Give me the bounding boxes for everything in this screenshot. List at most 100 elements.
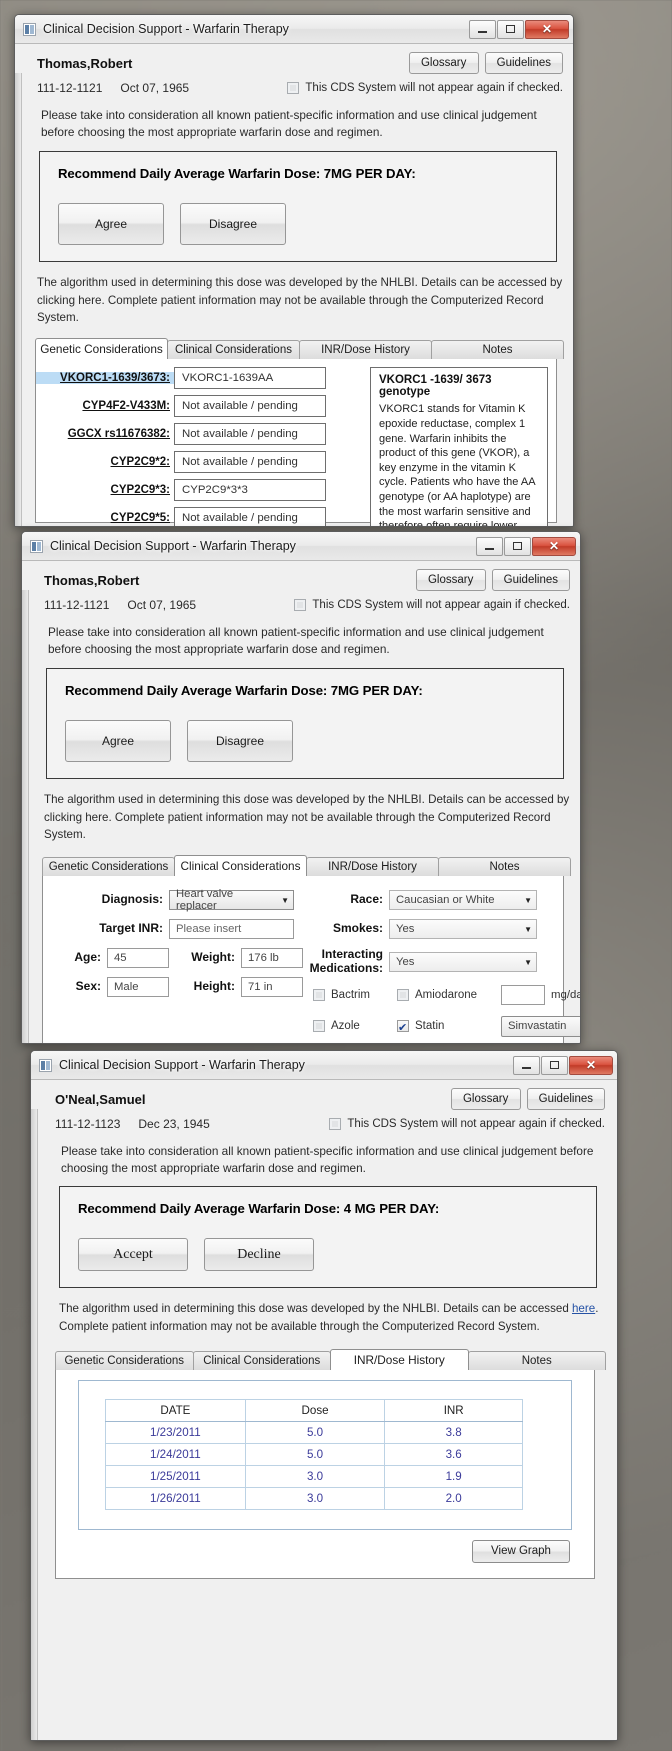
gene-row: GGCX rs11676382: Not available / pending — [36, 423, 366, 446]
statin-label: Statin — [415, 1020, 445, 1033]
guidelines-button[interactable]: Guidelines — [484, 52, 563, 74]
sex-label: Sex: — [75, 979, 101, 994]
patient-mrn: 111-12-1123 — [55, 1117, 121, 1131]
gene-info-panel: VKORC1 -1639/ 3673 genotype VKORC1 stand… — [370, 367, 548, 526]
titlebar[interactable]: Clinical Decision Support - Warfarin The… — [22, 532, 580, 561]
maximize-button[interactable] — [504, 536, 531, 556]
tab-clinical-considerations[interactable]: Clinical Considerations — [167, 340, 300, 360]
smokes-label: Smokes: — [332, 921, 383, 936]
close-button[interactable]: ✕ — [525, 19, 569, 39]
bactrim-checkbox[interactable] — [313, 988, 325, 1001]
sex-height-row: Sex: Male Height: 71 in — [51, 977, 303, 998]
tab-genetic-considerations[interactable]: Genetic Considerations — [55, 1350, 194, 1370]
race-select[interactable]: Caucasian or White ▼ — [389, 890, 537, 911]
tab-genetic-considerations[interactable]: Genetic Considerations — [42, 857, 175, 877]
amiodarone-dose-input[interactable] — [501, 984, 545, 1005]
tab-clinical-considerations[interactable]: Clinical Considerations — [174, 855, 307, 877]
gene-value-cyp2c9-2[interactable]: Not available / pending — [174, 451, 326, 474]
height-input[interactable]: 71 in — [241, 977, 303, 998]
decline-button[interactable]: Decline — [204, 1238, 314, 1272]
disagree-button[interactable]: Disagree — [180, 203, 286, 246]
target-inr-input[interactable]: Please insert — [169, 919, 294, 940]
cds-suppress-row[interactable]: This CDS System will not appear again if… — [294, 599, 570, 611]
cell-dose: 5.0 — [244, 1420, 386, 1444]
gene-value-vkorc1[interactable]: VKORC1-1639AA — [174, 367, 326, 390]
weight-input[interactable]: 176 lb — [241, 948, 303, 969]
azole-checkbox[interactable] — [313, 1020, 325, 1033]
gene-value-cyp2c9-3[interactable]: CYP2C9*3*3 — [174, 479, 326, 502]
window-genetic-considerations: Clinical Decision Support - Warfarin The… — [14, 14, 574, 527]
nhlbi-details-link[interactable]: here — [572, 1302, 595, 1315]
smokes-row: Smokes: Yes ▼ — [309, 919, 580, 940]
gene-value-cyp2c9-5[interactable]: Not available / pending — [174, 507, 326, 526]
glossary-button[interactable]: Glossary — [408, 52, 479, 74]
titlebar[interactable]: Clinical Decision Support - Warfarin The… — [31, 1051, 617, 1080]
gene-label-cyp2c9-5[interactable]: CYP2C9*5: — [36, 512, 174, 524]
gene-value-cyp4f2[interactable]: Not available / pending — [174, 395, 326, 418]
bactrim-checkbox-group[interactable]: Bactrim — [313, 988, 397, 1001]
view-graph-button[interactable]: View Graph — [472, 1539, 570, 1563]
tab-genetic-considerations[interactable]: Genetic Considerations — [35, 338, 168, 360]
gene-label-cyp2c9-2[interactable]: CYP2C9*2: — [36, 456, 174, 468]
tab-notes[interactable]: Notes — [431, 340, 564, 360]
gene-label-vkorc1[interactable]: VKORC1-1639/3673: — [36, 372, 174, 385]
statin-select[interactable]: Simvastatin ▼ — [501, 1015, 580, 1037]
minimize-button[interactable] — [476, 536, 503, 556]
dose-recommendation-box: Recommend Daily Average Warfarin Dose: 7… — [46, 668, 564, 780]
tab-inr-dose-history[interactable]: INR/Dose History — [306, 857, 439, 877]
table-row[interactable]: 1/24/2011 5.0 3.6 — [105, 1442, 523, 1466]
statin-checkbox-group[interactable]: Statin — [397, 1020, 501, 1034]
cds-suppress-checkbox[interactable] — [287, 82, 300, 94]
app-icon — [30, 539, 43, 553]
table-row[interactable]: 1/25/2011 3.0 1.9 — [105, 1464, 523, 1488]
interacting-medications-select[interactable]: Yes ▼ — [389, 952, 537, 973]
clinical-left-column: Diagnosis: Heart valve replacer ▼ Target… — [43, 888, 303, 1043]
tab-notes[interactable]: Notes — [467, 1350, 606, 1370]
sex-input[interactable]: Male — [107, 977, 169, 998]
smokes-select[interactable]: Yes ▼ — [389, 919, 537, 940]
minimize-button[interactable] — [469, 19, 496, 39]
agree-button[interactable]: Agree — [58, 203, 164, 246]
titlebar[interactable]: Clinical Decision Support - Warfarin The… — [15, 15, 573, 44]
amiodarone-checkbox[interactable] — [397, 988, 409, 1001]
glossary-button[interactable]: Glossary — [450, 1088, 521, 1110]
tab-inr-dose-history[interactable]: INR/Dose History — [330, 1348, 469, 1370]
gene-label-cyp2c9-3[interactable]: CYP2C9*3: — [36, 484, 174, 496]
cds-suppress-checkbox[interactable] — [294, 599, 307, 611]
amiodarone-checkbox-group[interactable]: Amiodarone — [397, 988, 501, 1001]
tab-notes[interactable]: Notes — [438, 857, 571, 877]
patient-header: O'Neal,Samuel Glossary Guidelines — [45, 1088, 605, 1110]
disagree-button[interactable]: Disagree — [187, 720, 293, 763]
tab-clinical-considerations[interactable]: Clinical Considerations — [192, 1350, 331, 1370]
cds-suppress-row[interactable]: This CDS System will not appear again if… — [329, 1118, 605, 1130]
accept-button[interactable]: Accept — [78, 1238, 188, 1272]
statin-checkbox[interactable] — [397, 1020, 409, 1034]
close-button[interactable]: ✕ — [569, 1055, 613, 1075]
minimize-button[interactable] — [513, 1055, 540, 1075]
maximize-button[interactable] — [497, 19, 524, 39]
cds-suppress-checkbox[interactable] — [329, 1118, 342, 1130]
guidelines-button[interactable]: Guidelines — [491, 569, 570, 591]
gene-label-cyp4f2[interactable]: CYP4F2-V433M: — [36, 400, 174, 412]
gene-row: VKORC1-1639/3673: VKORC1-1639AA — [36, 367, 366, 390]
azole-checkbox-group[interactable]: Azole — [313, 1020, 397, 1033]
age-input[interactable]: 45 — [107, 948, 169, 969]
maximize-button[interactable] — [541, 1055, 568, 1075]
agree-button[interactable]: Agree — [65, 720, 171, 763]
diagnosis-select[interactable]: Heart valve replacer ▼ — [169, 888, 294, 912]
table-row[interactable]: 1/23/2011 5.0 3.8 — [105, 1420, 523, 1444]
glossary-button[interactable]: Glossary — [415, 569, 486, 591]
table-row[interactable]: 1/26/2011 3.0 2.0 — [105, 1486, 523, 1510]
advisory-text: Please take into consideration all known… — [41, 108, 537, 140]
gene-label-ggcx[interactable]: GGCX rs11676382: — [36, 428, 174, 440]
gene-value-ggcx[interactable]: Not available / pending — [174, 423, 326, 446]
race-label: Race: — [350, 892, 383, 907]
tab-inr-dose-history[interactable]: INR/Dose History — [299, 340, 432, 360]
tab-panel-clinical: Diagnosis: Heart valve replacer ▼ Target… — [42, 875, 580, 1043]
cell-inr: 1.9 — [384, 1464, 523, 1488]
close-button[interactable]: ✕ — [532, 536, 576, 556]
guidelines-button[interactable]: Guidelines — [526, 1088, 605, 1110]
cds-suppress-row[interactable]: This CDS System will not appear again if… — [287, 82, 563, 94]
gene-row: CYP2C9*2: Not available / pending — [36, 451, 366, 474]
window-controls: ✕ — [476, 536, 576, 556]
